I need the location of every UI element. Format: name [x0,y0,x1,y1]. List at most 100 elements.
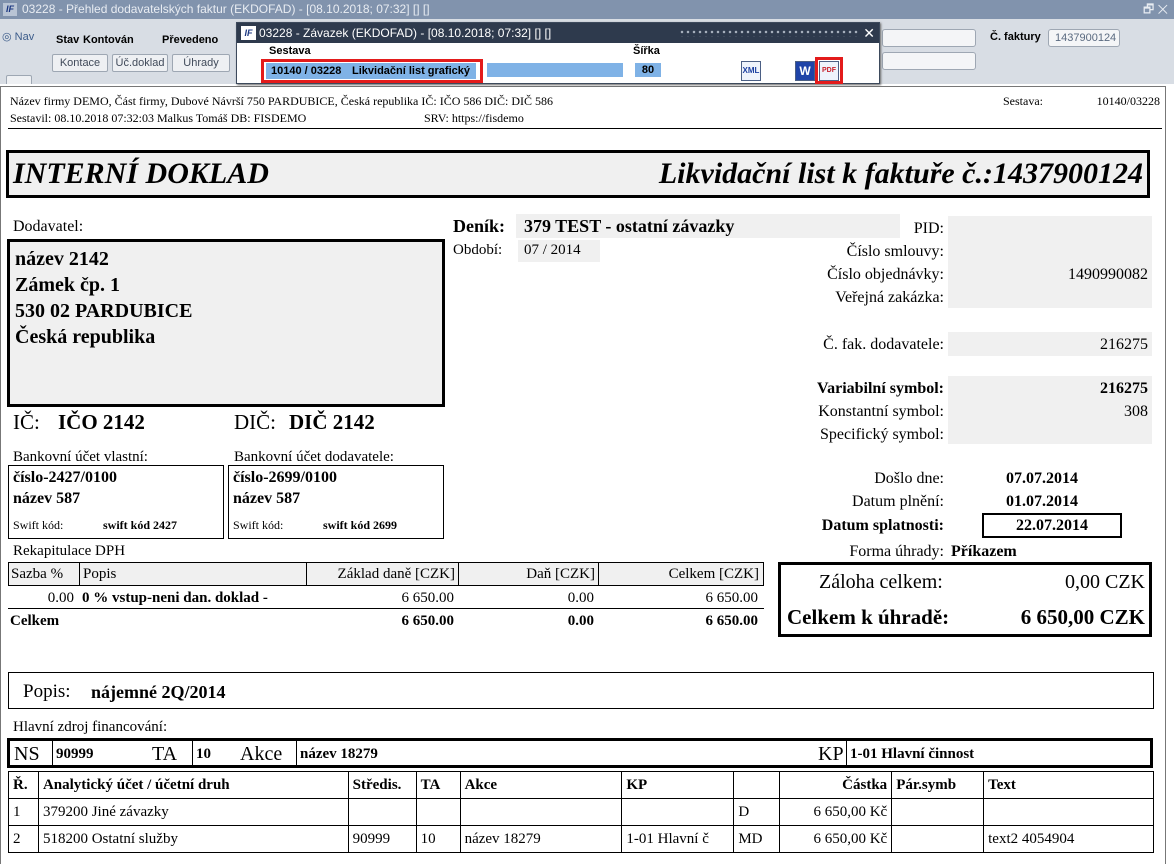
obdobi-label: Období: [453,242,503,258]
author-line: Sestavil: 08.10.2018 07:32:03 Malkus Tom… [10,111,307,125]
background-window-title: 03228 - Přehled dodavatelských faktur (E… [0,0,1174,19]
vat-header-base: Základ daně [CZK] [337,566,455,582]
app-logo-icon: IF [3,3,17,16]
nav-toggle[interactable]: ◎ Nav [2,30,34,43]
sirka-input[interactable]: 80 [635,63,661,77]
vat-total-sum: 6 650.00 [705,613,759,629]
supplier-ic-value: IČO 2142 [58,410,145,434]
cell-ta: 10 [415,825,461,853]
doslo-value: 07.07.2014 [1006,470,1078,487]
ks-label: Konstantní symbol: [818,403,944,420]
cell-amount: 6 650,00 Kč [779,825,893,853]
zaloha-value: 0,00 CZK [1065,571,1145,593]
own-swift-label: Swift kód: [13,518,64,532]
vat-row-base: 6 650.00 [401,590,455,606]
col-header-kp: KP [621,771,735,799]
plneni-label: Datum plnění: [852,493,944,510]
col-header-stredisko: Středis. [347,771,417,799]
col-header-par-symb: Pár.symb [891,771,985,799]
vs-value: 216275 [1100,380,1148,397]
dialog-title-text: 03228 - Závazek (EKDOFAD) - [08.10.2018;… [259,26,552,40]
sestava-value: 10140/03228 [1096,94,1160,108]
supplier-name: název 2142 [15,248,109,270]
kontovan-label: Kontován [83,34,134,46]
xml-export-icon[interactable]: XML [741,61,761,81]
company-header-line: Název firmy DEMO, Část firmy, Dubové Náv… [10,94,554,108]
col-header-account: Analytický účet / účetní druh [37,771,349,799]
supplier-swift-value: swift kód 2699 [323,518,398,532]
cell-row-no: 2 [8,825,39,853]
fak-dod-value: 216275 [1100,336,1148,353]
cell-kp [621,798,735,826]
sestava-select-extension [487,63,623,77]
vat-row-rate: 0.00 [47,590,74,606]
dialog-drag-pattern [679,29,859,37]
supplier-dic-label: DIČ: [234,410,276,434]
kp-value: 1-01 Hlavní činnost [850,746,975,762]
supplier-account-name: název 587 [233,490,301,507]
splatnost-value: 22.07.2014 [982,513,1122,538]
cell-stredisko: 90999 [347,825,417,853]
header-divider [8,128,1162,129]
akce-label: Akce [240,743,283,765]
supplier-dic-value: DIČ 2142 [289,410,375,434]
cell-kp: 1-01 Hlavní č [621,825,735,853]
dialog-close-button[interactable]: ✕ [863,23,875,43]
funding-divider [52,741,53,765]
cell-akce [459,798,623,826]
table-row: 1 379200 Jiné závazky D 6 650,00 Kč [8,798,1154,826]
kontace-button[interactable]: Kontace [52,54,108,72]
filter-field-2[interactable] [882,52,976,70]
obdobi-value: 07 / 2014 [518,240,600,262]
supplier-address-box: název 2142 Zámek čp. 1 530 02 PARDUBICE … [7,239,445,407]
funding-label: Hlavní zdroj financování: [13,719,168,735]
col-header-akce: Akce [459,771,623,799]
objednavky-label: Číslo objednávky: [827,266,944,283]
own-account-number: číslo-2427/0100 [13,469,117,486]
supplier-city: 530 02 PARDUBICE [15,300,193,322]
vat-total-tax: 0.00 [567,613,594,629]
filter-field-1[interactable] [882,29,976,47]
cislo-faktury-label: Č. faktury [990,31,1041,43]
col-header-amount: Částka [779,771,893,799]
stav-label: Stav [56,34,80,46]
cell-account: 518200 Ostatní služby [37,825,349,853]
supplier-account-label: Bankovní účet dodavatele: [234,449,394,465]
funding-box: NS 90999 TA 10 Akce název 18279 KP 1-01 … [7,738,1153,768]
cell-text: text2 4054904 [983,825,1154,853]
popis-label: Popis: [23,681,71,702]
smlouvy-label: Číslo smlouvy: [846,243,944,260]
sirka-field-label: Šířka [633,45,660,57]
funding-divider [296,741,297,765]
plneni-value: 01.07.2014 [1006,493,1078,510]
word-export-icon[interactable]: W [795,61,815,81]
cell-par-symb [891,798,985,826]
own-account-box: číslo-2427/0100 název 587 Swift kód: swi… [8,465,224,539]
vat-row-tax: 0.00 [567,590,594,606]
vat-row-total: 6 650.00 [705,590,759,606]
order-fields-bg [948,216,1152,308]
vat-header-rate: Sazba % [11,566,64,582]
cell-akce: název 18279 [459,825,623,853]
ucdoklad-button[interactable]: Úč.doklad [112,54,168,72]
uhrady-button[interactable]: Úhrady [172,54,230,72]
denik-label: Deník: [453,216,506,236]
invoice-title: Likvidační list k faktuře č.:1437900124 [658,157,1143,190]
sestava-name: Likvidační list grafický [352,65,470,77]
server-line: SRV: https://fisdemo [424,111,524,125]
ss-label: Specifický symbol: [820,426,944,443]
akce-value: název 18279 [300,746,378,762]
objednavky-value: 1490990082 [1068,266,1148,283]
popis-value: nájemné 2Q/2014 [91,682,226,702]
pdf-export-icon[interactable]: PDF [819,61,839,81]
supplier-street: Zámek čp. 1 [15,274,120,296]
ns-value: 90999 [56,746,94,762]
entries-table: Ř. Analytický účet / účetní druh Středis… [8,771,1154,853]
sestava-label: Sestava: [1003,94,1043,108]
supplier-account-number: číslo-2699/0100 [233,469,337,486]
col-header-row-no: Ř. [8,771,39,799]
sestava-select[interactable]: 10140 / 03228 Likvidační list grafický [261,59,483,83]
cislo-faktury-input[interactable]: 1437900124 [1048,29,1120,47]
doslo-label: Došlo dne: [874,470,944,487]
window-controls[interactable]: 🗗 ✕ [1143,0,1168,19]
